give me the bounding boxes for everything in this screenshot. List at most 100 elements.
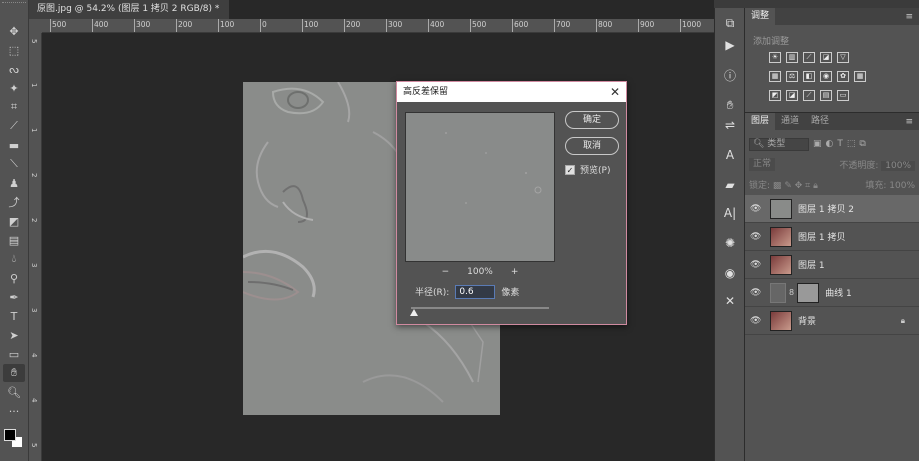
more-tools-icon[interactable]: ···: [3, 402, 25, 420]
healing-brush-tool-icon[interactable]: ▬: [3, 136, 25, 154]
rectangle-tool-icon[interactable]: ▭: [3, 345, 25, 363]
blend-mode-select[interactable]: 正常: [749, 158, 776, 171]
paragraph-panel-icon[interactable]: A|: [720, 204, 740, 222]
document-tab[interactable]: 原图.jpg @ 54.2% (图层 1 拷贝 2 RGB/8) * ×: [29, 0, 229, 33]
close-icon[interactable]: ✕: [610, 82, 620, 102]
layer-row[interactable]: 👁︎ 8 曲线 1: [745, 279, 919, 307]
mask-link-icon[interactable]: 8: [789, 288, 794, 297]
lasso-tool-icon[interactable]: ᔓ: [3, 60, 25, 78]
photo-filter-icon[interactable]: ◉: [820, 71, 832, 82]
lock-transparent-icon[interactable]: ▩: [773, 181, 782, 191]
visibility-eye-icon[interactable]: 👁︎: [750, 316, 764, 326]
tab-channels[interactable]: 通道: [775, 113, 805, 130]
panel-grip[interactable]: [2, 2, 26, 8]
exposure-icon[interactable]: ◪: [820, 52, 832, 63]
radius-input[interactable]: [455, 284, 496, 299]
dialog-titlebar[interactable]: 高反差保留 ✕: [397, 82, 626, 102]
dodge-tool-icon[interactable]: ⚲: [3, 269, 25, 287]
pen-tool-icon[interactable]: ✒︎: [3, 288, 25, 306]
channel-mixer-icon[interactable]: ✿: [837, 71, 849, 82]
curves-icon[interactable]: ⟋: [803, 52, 815, 63]
adjustments-panel: 调整 ≡ 添加调整 ☀ ▥ ⟋ ◪ ▽ ▦ ⚖ ◧ ◉ ✿ ▦ ◩ ◪ ⟋ ▤ …: [745, 8, 919, 112]
fill-input[interactable]: 100%: [889, 181, 915, 191]
lock-row: 锁定: ▩ ✎ ✥ ⌗ 🔒︎ 填充: 100%: [749, 178, 915, 192]
crop-tool-icon[interactable]: ⌗: [3, 98, 25, 116]
marquee-tool-icon[interactable]: ⬚: [3, 41, 25, 59]
character-panel-icon[interactable]: A: [720, 146, 740, 164]
filter-adjustment-icon[interactable]: ◐: [826, 139, 834, 149]
brush-settings-icon[interactable]: ✋︎: [720, 96, 740, 114]
eyedropper-tool-icon[interactable]: ⟋: [3, 117, 25, 135]
ok-button[interactable]: 确定: [565, 111, 619, 129]
hue-saturation-icon[interactable]: ▦: [769, 71, 781, 82]
type-tool-icon[interactable]: T: [3, 307, 25, 325]
clone-stamp-tool-icon[interactable]: ♟: [3, 174, 25, 192]
layer-row[interactable]: 👁︎ 图层 1 拷贝: [745, 223, 919, 251]
tab-paths[interactable]: 路径: [805, 113, 835, 130]
selective-color-icon[interactable]: ▭: [837, 90, 849, 101]
history-panel-icon[interactable]: ⧉: [720, 14, 740, 32]
gradient-map-icon[interactable]: ▤: [820, 90, 832, 101]
lock-position-icon[interactable]: ✥: [795, 181, 803, 191]
gradient-tool-icon[interactable]: ▤: [3, 231, 25, 249]
filter-shape-icon[interactable]: ⬚: [847, 139, 856, 149]
filter-preview[interactable]: [405, 112, 555, 262]
radius-slider-thumb[interactable]: [409, 309, 418, 316]
layer-thumbnail: [770, 226, 792, 247]
high-pass-dialog: 高反差保留 ✕ − 100% + 半径(R): 像素 确定 取消 ✓ 预览(P): [396, 81, 627, 325]
layer-filter-select[interactable]: 🔍︎ 类型: [749, 137, 809, 151]
zoom-in-icon[interactable]: +: [511, 267, 519, 277]
actions-play-icon[interactable]: ▶: [720, 36, 740, 54]
tools-cross-icon[interactable]: ✕: [720, 292, 740, 310]
tab-adjustments[interactable]: 调整: [745, 8, 776, 25]
blur-tool-icon[interactable]: 💧︎: [3, 250, 25, 268]
brightness-icon[interactable]: ☀: [769, 52, 781, 63]
opacity-input[interactable]: 100%: [881, 161, 915, 171]
filter-pixel-icon[interactable]: ▣: [813, 139, 822, 149]
black-white-icon[interactable]: ◧: [803, 71, 815, 82]
panel-menu-icon[interactable]: ≡: [905, 117, 913, 127]
vibrance-icon[interactable]: ▽: [837, 52, 849, 63]
folder-icon[interactable]: ▰: [720, 176, 740, 194]
history-brush-tool-icon[interactable]: ⤴: [3, 193, 25, 211]
lock-artboard-icon[interactable]: ⌗: [805, 181, 810, 191]
lock-all-icon[interactable]: 🔒︎: [813, 181, 818, 191]
ruler-h-tick: [512, 19, 513, 32]
foreground-color-swatch[interactable]: [4, 429, 16, 441]
visibility-eye-icon[interactable]: 👁︎: [750, 232, 764, 242]
invert-icon[interactable]: ◩: [769, 90, 781, 101]
zoom-out-icon[interactable]: −: [442, 267, 450, 277]
visibility-eye-icon[interactable]: 👁︎: [750, 288, 764, 298]
filter-type-icon[interactable]: T: [837, 139, 843, 149]
filter-smart-icon[interactable]: ⧉: [859, 139, 865, 149]
move-tool-icon[interactable]: ✥: [3, 22, 25, 40]
visibility-eye-icon[interactable]: 👁︎: [750, 260, 764, 270]
checkbox-checked-icon[interactable]: ✓: [565, 164, 575, 175]
fill-group: 填充: 100%: [865, 178, 915, 192]
color-panel-icon[interactable]: ◉: [720, 264, 740, 282]
info-panel-icon[interactable]: ⓘ: [720, 66, 740, 84]
color-lookup-icon[interactable]: ▦: [854, 71, 866, 82]
tab-layers[interactable]: 图层: [745, 113, 776, 130]
visibility-eye-icon[interactable]: 👁︎: [750, 204, 764, 214]
lock-image-icon[interactable]: ✎: [784, 181, 792, 191]
hand-tool-icon[interactable]: ✋︎: [3, 364, 25, 382]
layer-row[interactable]: 👁︎ 背景 🔒︎: [745, 307, 919, 335]
brush-tool-icon[interactable]: ⟍: [3, 155, 25, 173]
posterize-icon[interactable]: ◪: [786, 90, 798, 101]
levels-icon[interactable]: ▥: [786, 52, 798, 63]
preview-checkbox[interactable]: ✓ 预览(P): [565, 163, 610, 176]
tool-presets-icon[interactable]: ⇌: [720, 116, 740, 134]
path-selection-tool-icon[interactable]: ➤: [3, 326, 25, 344]
layer-row[interactable]: 👁︎ 图层 1: [745, 251, 919, 279]
layer-row[interactable]: 👁︎ 图层 1 拷贝 2: [745, 195, 919, 223]
radius-slider-track[interactable]: [411, 307, 549, 309]
cancel-button[interactable]: 取消: [565, 137, 619, 155]
magic-wand-tool-icon[interactable]: ✦: [3, 79, 25, 97]
properties-panel-icon[interactable]: ✺: [720, 234, 740, 252]
threshold-icon[interactable]: ⟋: [803, 90, 815, 101]
zoom-tool-icon[interactable]: 🔍︎: [3, 383, 25, 401]
color-balance-icon[interactable]: ⚖: [786, 71, 798, 82]
eraser-tool-icon[interactable]: ◩: [3, 212, 25, 230]
panel-menu-icon[interactable]: ≡: [905, 12, 913, 22]
